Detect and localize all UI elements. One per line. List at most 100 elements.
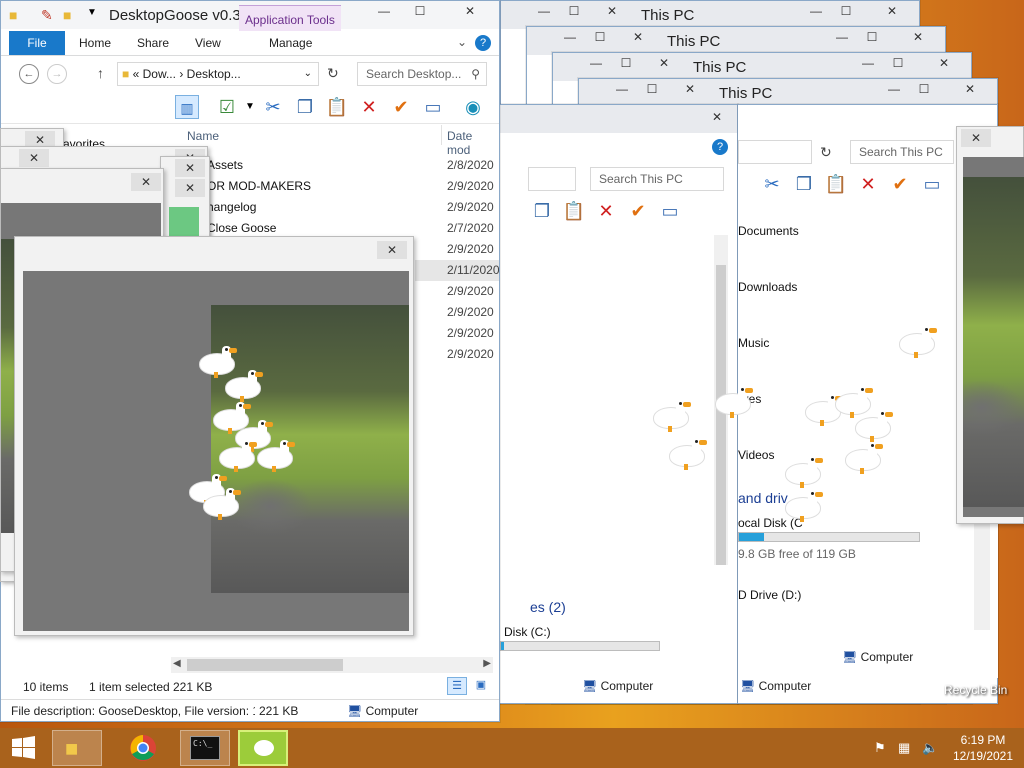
close-button[interactable]: ✕ [641, 53, 687, 73]
drive-item-d[interactable]: D Drive (D:) [738, 588, 801, 602]
cut-icon[interactable]: ✂ [261, 95, 285, 119]
refresh-icon[interactable]: ↻ [820, 144, 832, 161]
details-view-icon[interactable]: ☰ [447, 677, 467, 695]
action-center-flag-icon[interactable]: ⚑ [874, 740, 886, 756]
minimize-button[interactable]: — [607, 79, 637, 99]
volume-muted-icon[interactable]: 🔈 [922, 740, 938, 756]
address-bar[interactable]: ■ « Dow... › Desktop... ⌄ [117, 62, 319, 86]
maximize-button[interactable]: ☐ [909, 79, 939, 99]
goose-sprite[interactable] [900, 326, 938, 358]
maximize-button[interactable]: ☐ [611, 53, 641, 73]
taskbar-chrome[interactable] [118, 730, 168, 766]
check-icon[interactable]: ✔ [888, 172, 912, 196]
drive-item-c[interactable]: Disk (C:) [504, 625, 551, 639]
new-folder-icon[interactable]: ■ [63, 7, 71, 23]
goose-sprite[interactable] [846, 442, 884, 474]
file-row[interactable]: Close Goose [207, 221, 276, 235]
close-button[interactable]: ✕ [947, 79, 993, 99]
file-row[interactable]: Assets [207, 158, 243, 172]
goose-sprite[interactable] [226, 370, 264, 402]
tab-file[interactable]: File [9, 31, 65, 55]
maximize-button[interactable]: ☐ [405, 1, 435, 21]
goose-sprite[interactable] [220, 440, 258, 472]
help-icon[interactable]: ? [475, 35, 491, 51]
close-icon[interactable]: ✕ [131, 173, 161, 191]
minimize-button[interactable]: — [529, 1, 559, 21]
tab-home[interactable]: Home [79, 36, 111, 50]
up-arrow-icon[interactable]: ↑ [97, 65, 104, 81]
minimize-button[interactable]: — [369, 1, 399, 21]
close-icon[interactable]: ✕ [19, 149, 49, 167]
tab-share[interactable]: Share [137, 36, 169, 50]
breadcrumb-overflow[interactable]: « [133, 67, 143, 81]
delete-icon[interactable]: ✕ [357, 95, 381, 119]
rename-icon[interactable]: ▭ [920, 172, 944, 196]
refresh-icon[interactable]: ↻ [327, 65, 339, 82]
shell-icon[interactable]: ◉ [461, 95, 485, 119]
search-icon[interactable]: ⚲ [471, 63, 480, 85]
delete-icon[interactable]: ✕ [594, 199, 618, 223]
close-button[interactable]: ✕ [667, 79, 713, 99]
maximize-button[interactable]: ☐ [883, 53, 913, 73]
delete-icon[interactable]: ✕ [856, 172, 880, 196]
close-icon[interactable]: ✕ [175, 179, 205, 197]
close-button[interactable]: ✕ [589, 1, 635, 21]
large-icons-view-icon[interactable]: ▣ [471, 677, 491, 695]
folder-item[interactable]: Videos [738, 448, 774, 462]
close-icon[interactable]: ✕ [175, 159, 205, 177]
cut-icon[interactable]: ✂ [760, 172, 784, 196]
start-button[interactable] [0, 730, 46, 766]
file-row[interactable]: OR MOD-MAKERS [207, 179, 311, 193]
taskbar-command-prompt[interactable]: C:\_ [180, 730, 230, 766]
rename-icon[interactable]: ▭ [658, 199, 682, 223]
close-button[interactable]: ✕ [921, 53, 967, 73]
maximize-button[interactable]: ☐ [559, 1, 589, 21]
forward-button[interactable]: → [47, 64, 67, 84]
close-button[interactable]: ✕ [615, 27, 661, 47]
chevron-down-icon[interactable]: ⌄ [457, 35, 467, 49]
close-button[interactable]: ✕ [895, 27, 941, 47]
close-icon[interactable]: ✕ [377, 241, 407, 259]
taskbar-desktop-goose[interactable] [238, 730, 288, 766]
goose-sprite[interactable] [716, 386, 754, 418]
scrollbar-thumb[interactable] [187, 659, 343, 671]
scroll-right-icon[interactable]: ▶ [483, 658, 491, 669]
check-icon[interactable]: ✔ [389, 95, 413, 119]
breadcrumb-item[interactable]: Desktop... [187, 67, 241, 81]
maximize-button[interactable]: ☐ [857, 27, 887, 47]
paste-icon[interactable]: 📋 [325, 95, 349, 119]
folder-item[interactable]: Downloads [738, 280, 797, 294]
meme-popup-right[interactable]: ✕ [956, 126, 1024, 524]
address-bar[interactable] [738, 140, 812, 164]
goose-sprite[interactable] [786, 456, 824, 488]
paste-icon[interactable]: 📋 [824, 172, 848, 196]
minimize-button[interactable]: — [853, 53, 883, 73]
column-header-name[interactable]: Name [187, 129, 219, 143]
address-bar[interactable] [528, 167, 576, 191]
clock[interactable]: 6:19 PM 12/19/2021 [946, 732, 1020, 764]
chevron-down-icon[interactable]: ▼ [245, 101, 255, 112]
column-header-date[interactable]: Date mod [447, 129, 499, 157]
rename-icon[interactable]: ▭ [421, 95, 445, 119]
minimize-button[interactable]: — [827, 27, 857, 47]
scroll-left-icon[interactable]: ◀ [173, 658, 181, 669]
check-folder-icon[interactable]: ☑ [215, 95, 239, 119]
close-icon[interactable]: ✕ [961, 129, 991, 147]
tab-view[interactable]: View [195, 36, 221, 50]
close-button[interactable]: ✕ [869, 1, 915, 21]
tab-manage[interactable]: Manage [269, 36, 312, 50]
properties-icon[interactable]: ✎ [41, 7, 53, 24]
desktop-recycle-bin-label[interactable]: Recycle Bin [944, 683, 1007, 697]
minimize-button[interactable]: — [555, 27, 585, 47]
folder-item[interactable]: Music [738, 336, 769, 350]
taskbar-file-explorer[interactable]: ■ [52, 730, 102, 766]
check-icon[interactable]: ✔ [626, 199, 650, 223]
search-input[interactable]: Search Desktop... ⚲ [357, 62, 487, 86]
horizontal-scrollbar[interactable]: ◀ ▶ [171, 657, 493, 673]
file-row[interactable]: hangelog [207, 200, 256, 214]
chevron-down-icon[interactable]: ▼ [87, 7, 97, 18]
copy-icon[interactable]: ❐ [530, 199, 554, 223]
goose-sprite[interactable] [654, 400, 692, 432]
goose-sprite[interactable] [856, 410, 894, 442]
minimize-button[interactable]: — [879, 79, 909, 99]
